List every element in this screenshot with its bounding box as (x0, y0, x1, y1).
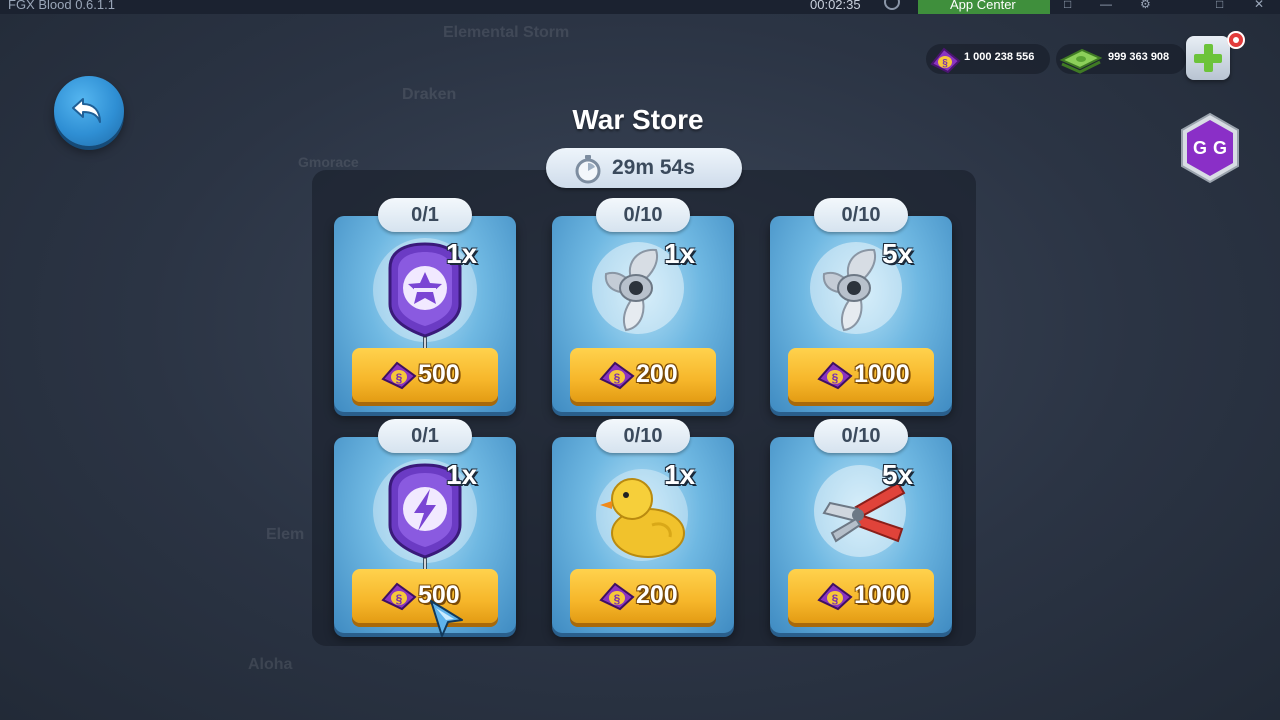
window-maximize-icon[interactable]: □ (1216, 0, 1223, 11)
clock: 00:02:35 (810, 0, 861, 12)
buy-button[interactable]: § 200 (570, 348, 716, 402)
premium-currency-icon: § (817, 361, 853, 390)
add-currency-button[interactable] (1186, 36, 1230, 80)
item-quantity: 5x (882, 238, 914, 269)
price-value: 200 (636, 360, 678, 388)
svg-text:§: § (396, 371, 403, 385)
buy-button[interactable]: § 200 (570, 569, 716, 623)
cash-currency-value: 999 363 908 (1108, 51, 1170, 63)
price-value: 1000 (854, 581, 910, 609)
timer-value: 29m 54s (612, 156, 695, 179)
map-label: Elem (266, 526, 305, 543)
price-value: 500 (418, 360, 460, 388)
notification-badge (1227, 31, 1245, 49)
svg-text:§: § (614, 371, 621, 385)
svg-text:§: § (942, 58, 948, 69)
premium-currency-value: 1 000 238 556 (964, 51, 1035, 63)
back-button[interactable] (54, 76, 124, 146)
propeller-icon (810, 242, 902, 334)
cash-stack-icon (1059, 48, 1102, 74)
cash-currency-display: 999 363 908 (1056, 44, 1186, 74)
premium-currency-icon: § (930, 47, 961, 74)
premium-currency-icon: § (381, 361, 417, 390)
purchase-limit: 0/10 (596, 198, 690, 232)
refresh-timer: 29m 54s (546, 148, 742, 188)
window-restore-icon[interactable]: □ (1064, 0, 1071, 11)
wire-cutter-icon (814, 465, 906, 557)
premium-currency-icon: § (599, 582, 635, 611)
purchase-limit: 0/10 (814, 198, 908, 232)
store-item-card[interactable]: I 0/1 1x § 500 (334, 419, 516, 633)
rubber-duck-icon (596, 469, 688, 561)
store-item-card[interactable]: I 0/1 1x § 500 (334, 198, 516, 412)
price-value: 1000 (854, 360, 910, 388)
svg-text:§: § (614, 592, 621, 606)
map-label: Aloha (248, 656, 293, 673)
map-label: Draken (402, 86, 457, 103)
emulator-title-bar: FGX Blood 0.6.1.1 00:02:35 App Center □ … (0, 0, 1280, 14)
app-center-button[interactable]: App Center (918, 0, 1050, 14)
svg-text:§: § (832, 592, 839, 606)
stopwatch-icon (575, 155, 601, 184)
store-item-card[interactable]: 0/10 5x § 1000 (770, 419, 952, 633)
buy-button[interactable]: § 1000 (788, 569, 934, 623)
item-quantity: 1x (446, 459, 478, 490)
page-title: War Store (572, 104, 704, 135)
premium-currency-display: § 1 000 238 556 (926, 44, 1050, 74)
mouse-cursor-icon (430, 600, 463, 637)
window-close-icon[interactable]: ✕ (1254, 0, 1264, 11)
map-label: Elemental Storm (443, 24, 570, 41)
purchase-limit: 0/10 (814, 419, 908, 453)
purchase-limit: 0/10 (596, 419, 690, 453)
item-quantity: 1x (446, 238, 478, 269)
map-label: Gmorace (298, 154, 359, 170)
premium-currency-icon: § (381, 582, 417, 611)
window-title: FGX Blood 0.6.1.1 (8, 0, 115, 12)
gg-icon[interactable]: G G (1178, 112, 1242, 184)
store-item-card[interactable]: 0/10 1x § 200 (552, 419, 734, 633)
item-quantity: 1x (664, 459, 696, 490)
settings-icon[interactable]: ⚙ (1140, 0, 1151, 11)
svg-text:G: G (1193, 138, 1207, 158)
window-minimize-icon[interactable]: — (1100, 0, 1112, 11)
app-center-label: App Center (950, 0, 1016, 12)
purchase-limit: 0/1 (378, 198, 472, 232)
buy-button[interactable]: § 1000 (788, 348, 934, 402)
store-item-card[interactable]: 0/10 1x § 200 (552, 198, 734, 412)
item-quantity: 1x (664, 238, 696, 269)
buy-button[interactable]: § 500 (352, 569, 498, 623)
purchase-limit: 0/1 (378, 419, 472, 453)
buy-button[interactable]: § 500 (352, 348, 498, 402)
store-item-card[interactable]: 0/10 5x § 1000 (770, 198, 952, 412)
svg-text:§: § (832, 371, 839, 385)
lightning-badge-icon: I (373, 459, 477, 576)
star-badge-icon: I (373, 238, 477, 355)
propeller-icon (592, 242, 684, 334)
svg-text:G: G (1213, 138, 1227, 158)
back-arrow-icon (72, 98, 101, 123)
price-value: 200 (636, 581, 678, 609)
item-quantity: 5x (882, 459, 914, 490)
premium-currency-icon: § (599, 361, 635, 390)
clock-icon (884, 0, 900, 10)
premium-currency-icon: § (817, 582, 853, 611)
svg-text:§: § (396, 592, 403, 606)
